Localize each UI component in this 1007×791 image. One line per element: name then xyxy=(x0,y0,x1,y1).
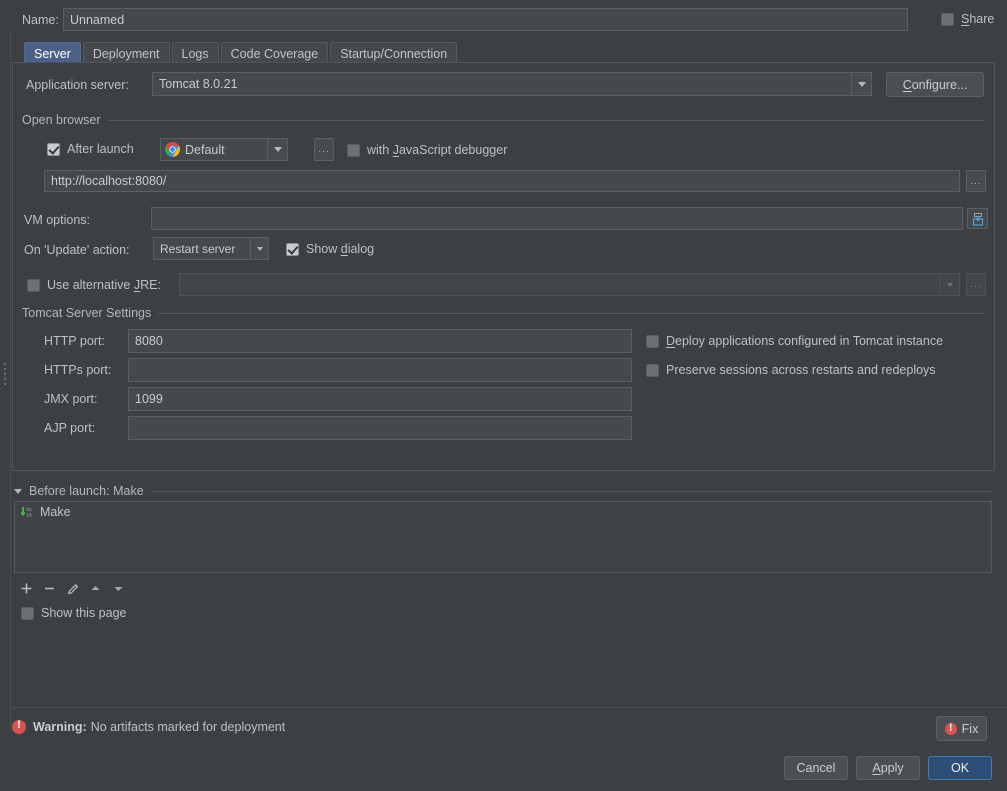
https-port-input[interactable] xyxy=(128,358,632,382)
run-configuration-dialog: Name: Unnamed Share Server Deployment Lo… xyxy=(0,0,1007,791)
update-action-chevron-down-icon[interactable] xyxy=(250,238,268,259)
tomcat-settings-group: Tomcat Server Settings xyxy=(22,306,984,320)
svg-text:01: 01 xyxy=(26,507,32,512)
before-launch-group[interactable]: Before launch: Make xyxy=(14,484,992,498)
http-port-label: HTTP port: xyxy=(44,334,105,348)
expand-editor-icon[interactable] xyxy=(967,208,988,229)
show-dialog-label: Show dialog xyxy=(306,242,374,256)
chevron-down-icon[interactable] xyxy=(851,73,871,95)
vm-options-label: VM options: xyxy=(24,213,90,227)
ok-button[interactable]: OK xyxy=(928,756,992,780)
browser-chevron-down-icon[interactable] xyxy=(267,139,287,160)
cancel-button-label: Cancel xyxy=(797,761,836,775)
show-dialog-checkbox[interactable] xyxy=(286,243,299,256)
alt-jre-checkbox-row[interactable]: Use alternative JRE: xyxy=(27,278,161,292)
make-compile-icon: 01 10 xyxy=(20,505,34,519)
remove-button[interactable] xyxy=(38,578,61,599)
browser-browse-button[interactable]: ... xyxy=(314,138,334,161)
js-debugger-checkbox[interactable] xyxy=(347,144,360,157)
show-this-page-label: Show this page xyxy=(41,606,126,620)
deploy-apps-checkbox[interactable] xyxy=(646,335,659,348)
warning-icon xyxy=(12,720,26,734)
status-prefix: Warning: xyxy=(33,720,87,734)
preserve-sessions-label: Preserve sessions across restarts and re… xyxy=(666,363,936,377)
fix-button[interactable]: Fix xyxy=(936,716,987,741)
share-checkbox-row[interactable]: Share xyxy=(941,12,994,26)
alt-jre-chevron-down-icon[interactable] xyxy=(939,274,959,295)
open-browser-group-title: Open browser xyxy=(22,113,101,127)
move-down-arrow-icon[interactable] xyxy=(107,578,130,599)
show-this-page-checkbox-row[interactable]: Show this page xyxy=(21,606,126,620)
list-item-label: Make xyxy=(40,505,71,519)
list-item[interactable]: 01 10 Make xyxy=(15,502,991,522)
url-browse-button[interactable]: ... xyxy=(966,170,986,192)
tomcat-settings-group-title: Tomcat Server Settings xyxy=(22,306,151,320)
show-this-page-checkbox[interactable] xyxy=(21,607,34,620)
left-divider xyxy=(10,30,11,730)
application-server-combo[interactable]: Tomcat 8.0.21 xyxy=(152,72,872,96)
before-launch-list[interactable]: 01 10 Make xyxy=(14,501,992,573)
update-action-value: Restart server xyxy=(154,242,250,256)
ajp-port-input[interactable] xyxy=(128,416,632,440)
cancel-button[interactable]: Cancel xyxy=(784,756,848,780)
https-port-label: HTTPs port: xyxy=(44,363,111,377)
after-launch-checkbox[interactable] xyxy=(47,143,60,156)
application-server-value: Tomcat 8.0.21 xyxy=(153,77,851,91)
preserve-sessions-checkbox[interactable] xyxy=(646,364,659,377)
js-debugger-label: with JavaScript debugger xyxy=(367,143,507,157)
apply-button[interactable]: Apply xyxy=(856,756,920,780)
alt-jre-checkbox[interactable] xyxy=(27,279,40,292)
update-action-combo[interactable]: Restart server xyxy=(153,237,269,260)
fix-warning-icon xyxy=(945,723,957,735)
before-launch-title: Before launch: Make xyxy=(29,484,144,498)
group-separator-line-2 xyxy=(158,313,984,314)
open-browser-group: Open browser xyxy=(22,113,984,127)
status-text: No artifacts marked for deployment xyxy=(91,720,286,734)
preserve-sessions-checkbox-row[interactable]: Preserve sessions across restarts and re… xyxy=(646,363,936,377)
move-up-arrow-icon[interactable] xyxy=(84,578,107,599)
after-launch-label: After launch xyxy=(67,142,134,156)
fix-button-label: Fix xyxy=(962,722,979,736)
group-separator-line-3 xyxy=(151,491,992,492)
deploy-apps-label: Deploy applications configured in Tomcat… xyxy=(666,334,943,348)
splitter-handle[interactable] xyxy=(4,360,6,388)
before-launch-toolbar xyxy=(15,578,130,599)
name-label: Name: xyxy=(22,13,59,27)
edit-pencil-icon[interactable] xyxy=(61,578,84,599)
jmx-port-label: JMX port: xyxy=(44,392,98,406)
browser-url-input[interactable]: http://localhost:8080/ xyxy=(44,170,960,192)
browser-value: Default xyxy=(180,143,267,157)
ok-button-label: OK xyxy=(951,761,969,775)
application-server-label: Application server: xyxy=(26,78,129,92)
status-message: Warning: No artifacts marked for deploym… xyxy=(12,720,285,734)
share-checkbox[interactable] xyxy=(941,13,954,26)
show-dialog-checkbox-row[interactable]: Show dialog xyxy=(286,242,374,256)
collapse-triangle-icon[interactable] xyxy=(14,489,22,494)
group-separator-line xyxy=(108,120,984,121)
http-port-input[interactable]: 8080 xyxy=(128,329,632,353)
configure-button-label: Configure... xyxy=(903,78,968,92)
jmx-port-input[interactable]: 1099 xyxy=(128,387,632,411)
deploy-apps-checkbox-row[interactable]: Deploy applications configured in Tomcat… xyxy=(646,334,943,348)
apply-button-label: Apply xyxy=(872,761,903,775)
alt-jre-combo[interactable] xyxy=(179,273,960,296)
js-debugger-checkbox-row[interactable]: with JavaScript debugger xyxy=(347,143,507,157)
add-button[interactable] xyxy=(15,578,38,599)
vm-options-input[interactable] xyxy=(151,207,963,230)
alt-jre-label: Use alternative JRE: xyxy=(47,278,161,292)
ajp-port-label: AJP port: xyxy=(44,421,95,435)
browser-combo[interactable]: Default xyxy=(160,138,288,161)
alt-jre-browse-button[interactable]: ... xyxy=(966,273,986,296)
name-input[interactable]: Unnamed xyxy=(63,8,908,31)
configure-button[interactable]: Configure... xyxy=(886,72,984,97)
share-label: Share xyxy=(961,12,994,26)
chrome-icon xyxy=(165,142,180,157)
update-action-label: On 'Update' action: xyxy=(24,243,130,257)
after-launch-checkbox-row[interactable]: After launch xyxy=(47,142,134,156)
svg-text:10: 10 xyxy=(26,512,32,517)
